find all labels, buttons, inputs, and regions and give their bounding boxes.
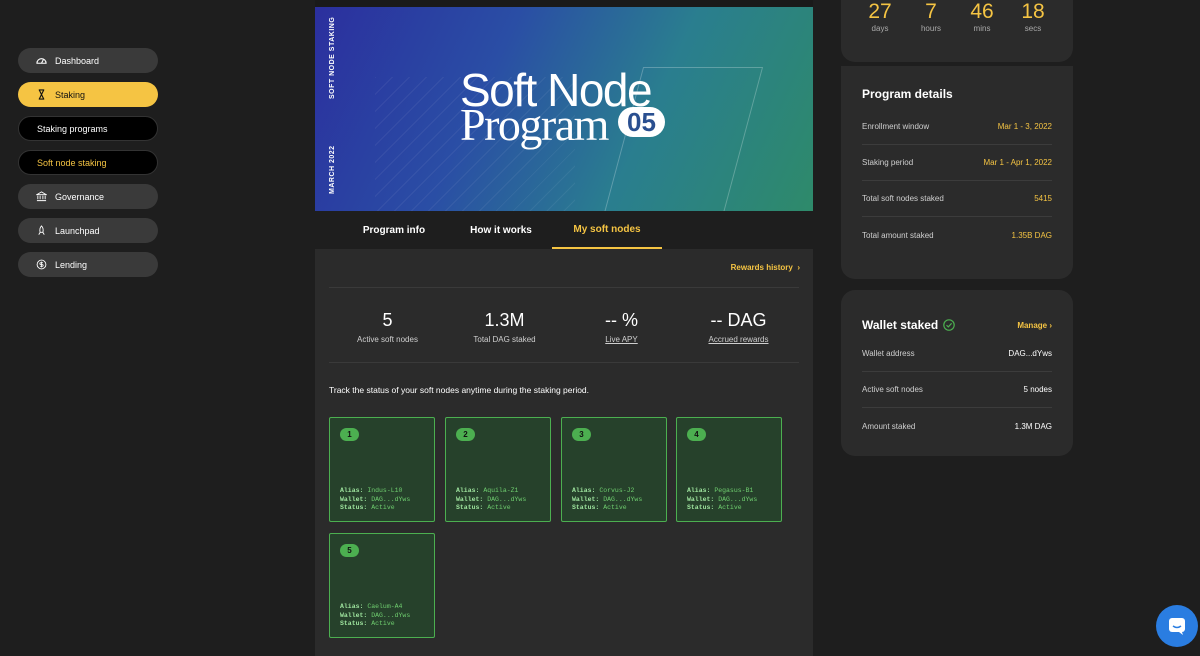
bank-icon [36, 191, 47, 202]
sidebar-item-label: Staking programs [37, 123, 108, 134]
sidebar-item-lending[interactable]: Lending [18, 252, 158, 277]
coin-icon [36, 259, 47, 270]
rewards-history-link[interactable]: Rewards history › [731, 263, 800, 272]
stat-accrued-rewards: -- DAG Accrued rewards [680, 288, 797, 362]
sidebar-item-label: Launchpad [55, 225, 100, 236]
chevron-right-icon: › [795, 263, 800, 272]
check-circle-icon [943, 319, 956, 331]
sidebar-item-label: Dashboard [55, 55, 100, 66]
sidebar: Dashboard Staking Staking programs Soft … [18, 48, 158, 286]
soft-node-card[interactable]: 3 Alias: Corvus-J2 Wallet: DAG...dYws St… [561, 417, 667, 522]
detail-row: Total amount staked 1.35B DAG [862, 230, 1052, 240]
program-banner: SOFT NODE STAKING MARCH 2022 Soft Node P… [315, 7, 813, 211]
stat-value: 5 [382, 310, 393, 330]
node-info: Alias: Caelum-A4 Wallet: DAG...dYws Stat… [340, 603, 411, 627]
node-status: Active [371, 504, 395, 511]
top-strip [315, 0, 813, 7]
node-alias: Indus-L10 [367, 487, 403, 494]
program-details-title: Program details [862, 87, 953, 101]
node-alias: Corvus-J2 [599, 487, 635, 494]
node-wallet: DAG...dYws [603, 495, 643, 503]
node-number-badge: 3 [572, 428, 591, 441]
wallet-row: Active soft nodes 5 nodes [862, 372, 1052, 408]
stat-label: Active soft nodes [357, 335, 418, 344]
sidebar-item-staking[interactable]: Staking [18, 82, 158, 107]
sidebar-item-soft-node-staking[interactable]: Soft node staking [18, 150, 158, 175]
stat-total-dag-staked: 1.3M Total DAG staked [446, 288, 563, 362]
wallet-staked-card: Wallet staked Manage › Wallet address DAG… [841, 290, 1073, 456]
countdown-days: 27 days [868, 0, 892, 33]
hourglass-icon [36, 89, 47, 100]
countdown-mins: 46 mins [970, 0, 994, 33]
sidebar-item-label: Lending [55, 259, 88, 270]
soft-node-card[interactable]: 1 Alias: Indus-L10 Wallet: DAG...dYws St… [329, 417, 435, 522]
soft-node-card[interactable]: 5 Alias: Caelum-A4 Wallet: DAG...dYws St… [329, 533, 435, 638]
tab-how-it-works[interactable]: How it works [450, 211, 552, 249]
dashboard-icon [36, 55, 47, 66]
node-info: Alias: Indus-L10 Wallet: DAG...dYws Stat… [340, 487, 411, 511]
node-wallet: DAG...dYws [371, 495, 411, 503]
sidebar-item-governance[interactable]: Governance [18, 184, 158, 209]
stats-row: 5 Active soft nodes 1.3M Total DAG stake… [329, 287, 799, 363]
countdown-timer: 27 days 7 hours 46 mins 18 secs [841, 0, 1073, 62]
node-status: Active [603, 504, 627, 511]
node-number-badge: 5 [340, 544, 359, 557]
node-wallet: DAG...dYws [371, 611, 411, 619]
rewards-history-label: Rewards history [730, 263, 793, 272]
node-number-badge: 4 [687, 428, 706, 441]
main-content: SOFT NODE STAKING MARCH 2022 Soft Node P… [315, 0, 813, 656]
banner-title-line2: Program [460, 99, 609, 150]
detail-row: Enrollment window Mar 1 - 3, 2022 [862, 109, 1052, 145]
wallet-header: Wallet staked Manage › [862, 318, 1052, 332]
node-status: Active [487, 504, 511, 511]
banner-side-label-top: SOFT NODE STAKING [329, 16, 336, 99]
track-description: Track the status of your soft nodes anyt… [329, 385, 590, 395]
node-info: Alias: Pegasus-B1 Wallet: DAG...dYws Sta… [687, 487, 758, 511]
node-status: Active [718, 504, 742, 511]
detail-row: Total soft nodes staked 5415 [862, 181, 1052, 217]
soft-node-card[interactable]: 2 Alias: Aquila-Z1 Wallet: DAG...dYws St… [445, 417, 551, 522]
node-alias: Caelum-A4 [367, 603, 403, 610]
sidebar-item-label: Governance [55, 191, 105, 202]
node-info: Alias: Aquila-Z1 Wallet: DAG...dYws Stat… [456, 487, 527, 511]
tab-program-info[interactable]: Program info [344, 211, 444, 249]
tab-bar: Program info How it works My soft nodes [315, 211, 813, 249]
banner-program-number: 05 [618, 107, 665, 137]
stat-value: -- % [605, 310, 638, 330]
live-apy-link[interactable]: Live APY [563, 335, 680, 344]
node-wallet: DAG...dYws [718, 495, 758, 503]
detail-row: Staking period Mar 1 - Apr 1, 2022 [862, 145, 1052, 181]
soft-node-card[interactable]: 4 Alias: Pegasus-B1 Wallet: DAG...dYws S… [676, 417, 782, 522]
stat-label: Total DAG staked [473, 335, 536, 344]
node-info: Alias: Corvus-J2 Wallet: DAG...dYws Stat… [572, 487, 643, 511]
chat-launcher-button[interactable] [1156, 605, 1198, 647]
sidebar-item-label: Staking [55, 89, 86, 100]
wallet-title: Wallet staked [862, 318, 956, 332]
wallet-row: Wallet address DAG...dYws [862, 336, 1052, 372]
banner-side-label-bottom: MARCH 2022 [329, 145, 336, 194]
countdown-secs: 18 secs [1021, 0, 1045, 33]
accrued-rewards-link[interactable]: Accrued rewards [680, 335, 797, 344]
node-alias: Pegasus-B1 [714, 487, 754, 494]
program-details-card: Program details Enrollment window Mar 1 -… [841, 66, 1073, 279]
node-number-badge: 2 [456, 428, 475, 441]
sidebar-item-label: Soft node staking [37, 157, 107, 168]
stat-active-soft-nodes: 5 Active soft nodes [329, 288, 446, 362]
chat-icon [1167, 616, 1187, 636]
node-status: Active [371, 620, 395, 627]
stat-value: -- DAG [710, 310, 767, 330]
stat-live-apy: -- % Live APY [563, 288, 680, 362]
wallet-row: Amount staked 1.3M DAG [862, 421, 1052, 431]
manage-link[interactable]: Manage › [1017, 321, 1052, 330]
node-alias: Aquila-Z1 [483, 487, 519, 494]
node-number-badge: 1 [340, 428, 359, 441]
node-wallet: DAG...dYws [487, 495, 527, 503]
sidebar-item-dashboard[interactable]: Dashboard [18, 48, 158, 73]
tab-my-soft-nodes[interactable]: My soft nodes [552, 211, 662, 249]
sidebar-item-launchpad[interactable]: Launchpad [18, 218, 158, 243]
countdown-hours: 7 hours [920, 0, 941, 33]
stat-value: 1.3M [484, 310, 525, 330]
rocket-icon [36, 225, 47, 236]
sidebar-item-staking-programs[interactable]: Staking programs [18, 116, 158, 141]
